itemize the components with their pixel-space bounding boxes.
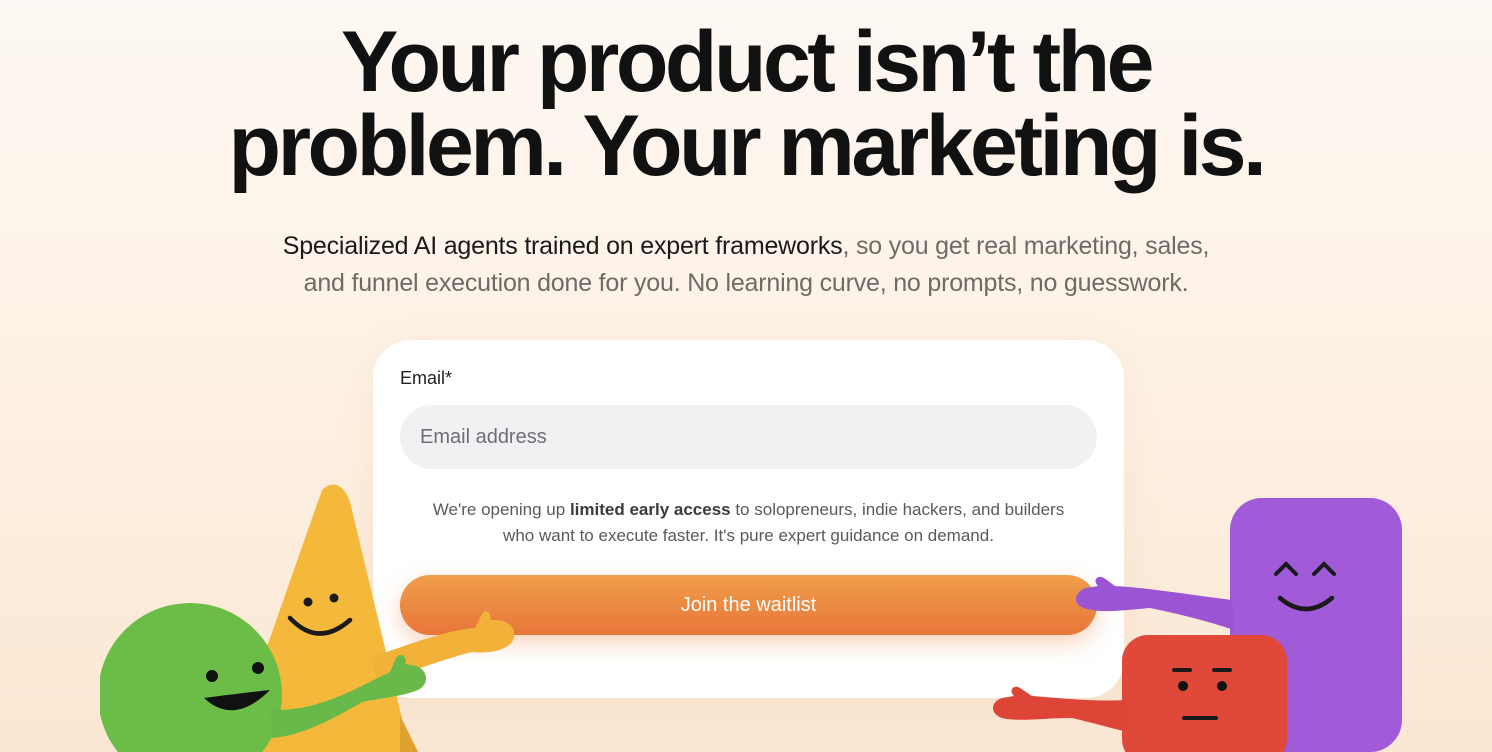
subtitle-text-1: , so you get real marketing, sales,: [842, 232, 1210, 260]
subtitle-highlight: Specialized AI agents trained on expert …: [282, 232, 843, 260]
note-line-2: who want to execute faster. It's pure ex…: [503, 526, 994, 545]
hero-title-line-1: Your product isn’t the: [340, 14, 1155, 110]
email-label: Email*: [400, 368, 453, 388]
hero-subtitle: Specialized AI agents trained on expert …: [0, 228, 1492, 302]
note-highlight: limited early access: [569, 500, 731, 519]
hero-title: Your product isn’t the problem. Your mar…: [0, 14, 1492, 194]
email-input[interactable]: [400, 405, 1097, 469]
red-cube-mascot: [993, 635, 1287, 752]
hero-title-line-2: problem. Your marketing is.: [228, 98, 1267, 194]
mascot-illustration-right: [993, 498, 1402, 752]
subtitle-text-2: and funnel execution done for you. No le…: [303, 269, 1189, 297]
mascot-illustration-left: [100, 484, 515, 752]
